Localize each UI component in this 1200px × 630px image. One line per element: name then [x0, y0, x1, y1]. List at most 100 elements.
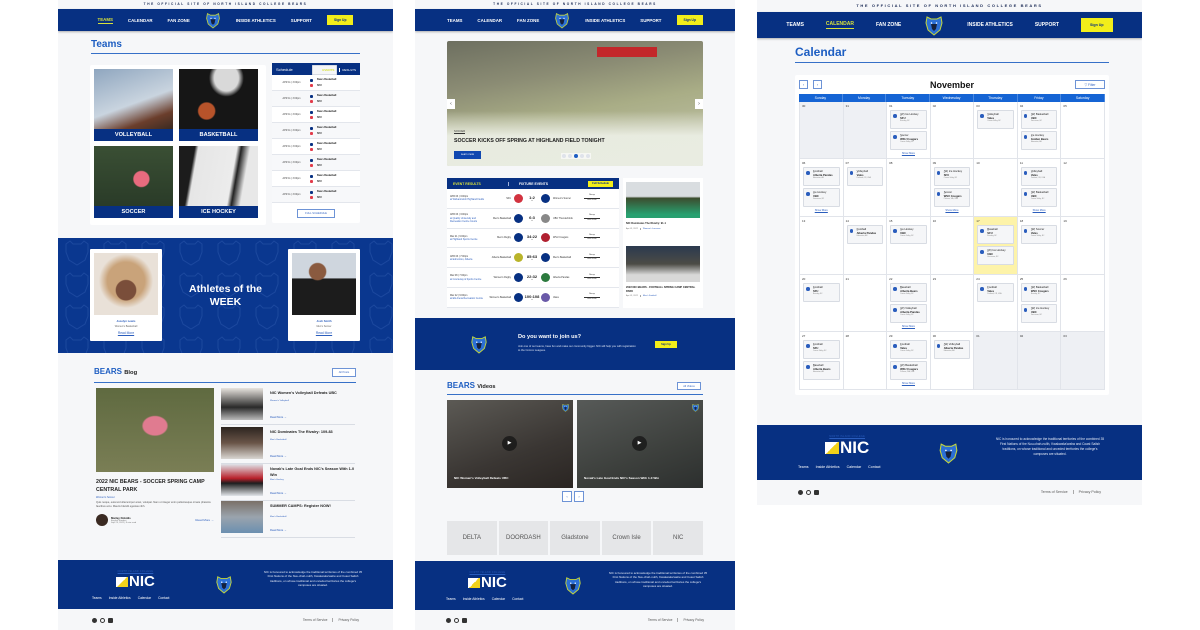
calendar-event[interactable]: Soccer vs WSU Cougars Pullman, WA, USA	[933, 188, 971, 207]
read-more-link[interactable]: Read More →	[270, 492, 287, 495]
full-schedule-button[interactable]: FULL SCHEDULE	[297, 209, 335, 218]
footer-link-teams[interactable]: Teams	[798, 465, 809, 469]
youtube-icon[interactable]	[814, 489, 819, 495]
nav-inside-athletics[interactable]: INSIDE ATHLETICS	[236, 18, 276, 23]
video-card[interactable]: ▶ Novak's Late Goal Ends NIC's Season Wi…	[577, 400, 703, 488]
calendar-day-cell[interactable]: 14 Football vs Alberta Pandas Edmonton, AB	[843, 217, 888, 275]
play-icon[interactable]: ▶	[502, 436, 517, 451]
youtube-icon[interactable]	[108, 617, 113, 623]
bear-logo-icon[interactable]	[554, 11, 570, 29]
featured-post-category[interactable]: Women's Soccer	[96, 496, 214, 499]
nav-support[interactable]: SUPPORT	[640, 18, 661, 23]
calendar-day-cell[interactable]: 11 Volleyball vs Vales Portland, OR, USA (W) …	[1017, 159, 1062, 217]
carousel-dot[interactable]	[580, 154, 584, 158]
box-score-link[interactable]: Box Score	[584, 219, 600, 223]
calendar-day-cell[interactable]: 29 Football vs Vales Comox Valley, BC (W) Bas…	[887, 332, 931, 390]
show-more-link[interactable]: Show More	[802, 209, 841, 212]
calendar-event[interactable]: (W) Basketball vs UBC Comox Valley, BC	[1020, 188, 1058, 207]
calendar-day-cell[interactable]: 24 Football vs Vales Portland, OR, USA	[974, 275, 1018, 332]
athlete-card[interactable]: Jocelyn Lewis Women's Basketball Read Mo…	[90, 249, 162, 341]
calendar-event[interactable]: Ice Hockey vs UBC Vancouver, BC	[803, 188, 840, 207]
read-more-link[interactable]: Read More	[288, 331, 360, 335]
footer-link-contact[interactable]: Contact	[158, 596, 169, 600]
signup-button[interactable]: Sign Up	[327, 15, 354, 25]
nav-support[interactable]: SUPPORT	[291, 18, 312, 23]
sponsor-logo[interactable]: DELTA	[447, 521, 497, 555]
news-category[interactable]: Men's Football	[639, 295, 657, 298]
read-more-link[interactable]: Read More →	[270, 529, 287, 532]
bear-logo-icon[interactable]	[205, 11, 221, 29]
blog-item-category[interactable]: Men's Basketball	[270, 516, 286, 518]
video-card[interactable]: ▶ NIC Women's Volleyball Defeats UBC	[447, 400, 573, 488]
nav-support[interactable]: SUPPORT	[1035, 22, 1059, 28]
footer-link-teams[interactable]: Teams	[446, 597, 456, 601]
all-posts-button[interactable]: All Posts	[332, 368, 356, 377]
calendar-day-cell[interactable]: 01	[974, 332, 1018, 390]
show-more-link[interactable]: Show More	[889, 325, 928, 328]
calendar-day-cell[interactable]: 23	[930, 275, 975, 332]
calendar-day-cell[interactable]: 02	[1017, 332, 1062, 390]
calendar-event[interactable]: (W) Ice Hockey vs UBC Vancouver, BC	[977, 246, 1014, 265]
video-next-button[interactable]: ›	[574, 491, 584, 502]
calendar-day-cell[interactable]: 04 (W) Basketball vs UBC Vancouver, BC Ice Ho…	[1017, 102, 1062, 159]
nav-inside-athletics[interactable]: INSIDE ATHLETICS	[585, 18, 625, 23]
tab-event-results[interactable]: EVENT RESULTS	[453, 182, 508, 186]
news-card[interactable]: NIC Dominates The Rivalry: 91-1 Apr 03, …	[626, 182, 700, 230]
calendar-day-cell[interactable]: 21	[843, 275, 888, 332]
show-more-link[interactable]: Show More	[1020, 209, 1059, 212]
blog-item-category[interactable]: Men's Hockey	[270, 479, 284, 481]
footer-link-teams[interactable]: Teams	[92, 596, 102, 600]
calendar-day-cell[interactable]: 30	[800, 102, 844, 159]
featured-post[interactable]: 2022 NIC BEARS - SOCCER SPRING CAMP CENT…	[96, 388, 214, 541]
carousel-dot[interactable]	[562, 154, 566, 158]
schedule-row[interactable]: APR 11 | 3:00pm Bears Basketball SFU	[272, 123, 360, 139]
blog-list-item[interactable]: Novak's Late Goal Ends NIC's Season With…	[221, 464, 355, 501]
calendar-day-cell[interactable]: 15 Ice Hockey vs UBC Comox Valley, BC	[887, 217, 931, 275]
schedule-row[interactable]: APR 11 | 3:00pm Bears Basketball SFU	[272, 91, 360, 107]
facebook-icon[interactable]	[798, 489, 803, 495]
instagram-icon[interactable]	[454, 617, 459, 623]
signup-button[interactable]: Sign Up	[1081, 18, 1113, 32]
calendar-event[interactable]: Football vs SFU Comox Valley, BC	[803, 340, 840, 359]
calendar-event[interactable]: Baseball vs Alberta Bears Comox Valley, BC	[890, 283, 927, 302]
nic-logo[interactable]: NORTH ISLAND COLLEGE NIC	[468, 571, 507, 591]
schedule-row[interactable]: APR 11 | 3:00pm Bears Basketball SFU	[272, 75, 360, 91]
footer-link-contact[interactable]: Contact	[512, 597, 523, 601]
box-score-link[interactable]: Box Score	[584, 278, 600, 282]
calendar-day-cell[interactable]: 27 Football vs SFU Comox Valley, BC Baseball v…	[800, 332, 844, 390]
nic-logo[interactable]: NORTH ISLAND COLLEGE NIC	[116, 570, 155, 590]
nic-logo[interactable]: NORTH ISLAND COLLEGE NIC	[825, 435, 869, 458]
sponsor-logo[interactable]: DOORDASH	[498, 521, 549, 555]
calendar-day-cell[interactable]: 06 Football vs Alberta Pandas Edmonton, AB Ic…	[800, 159, 844, 217]
facebook-icon[interactable]	[446, 617, 451, 623]
instagram-icon[interactable]	[100, 617, 105, 623]
calendar-event[interactable]: (W) Volleyball vs Alberta Pandas Edmonton, …	[933, 340, 971, 359]
schedule-row[interactable]: APR 11 | 3:00pm Bears Basketball SFU	[272, 155, 360, 171]
hero-category[interactable]: SOCCER	[454, 130, 466, 134]
privacy-link[interactable]: Privacy Policy	[1072, 490, 1101, 494]
nav-fan-zone[interactable]: FAN ZONE	[517, 18, 539, 23]
box-score-link[interactable]: Box Score	[584, 298, 600, 302]
filter-button[interactable]: ▽ Filter	[1075, 80, 1105, 89]
calendar-day-cell[interactable]: 31	[843, 102, 888, 159]
calendar-event[interactable]: Baseball vs Alberta Bears Edmonton, AB	[803, 361, 840, 380]
event-venue[interactable]: at Edmonton, Alberta	[450, 258, 472, 261]
nav-teams[interactable]: TEAMS	[447, 18, 462, 23]
carousel-dot[interactable]	[568, 154, 572, 158]
calendar-event[interactable]: (W) Ice Hockey vs SFU Burnaby, BC	[890, 110, 927, 129]
learn-more-button[interactable]: Learn more	[454, 151, 481, 159]
show-more-link[interactable]: Show More	[933, 209, 972, 212]
athlete-card[interactable]: Josh Smith Men's Soccer Read More	[288, 249, 360, 341]
blog-item-category[interactable]: Women's Volleyball	[270, 400, 289, 402]
news-card[interactable]: 2022 NIC BEARS - FOOTBALL SPRING CAMP CE…	[626, 246, 700, 298]
schedule-row[interactable]: APR 11 | 3:00pm Bears Basketball SFU	[272, 171, 360, 187]
calendar-day-cell[interactable]: 08	[887, 159, 931, 217]
carousel-dot[interactable]	[586, 154, 590, 158]
tab-fixture-events[interactable]: FIXTURE EVENTS	[508, 181, 548, 186]
footer-link-calendar[interactable]: Calendar	[138, 596, 151, 600]
calendar-event[interactable]: Football vs SFU Burnaby, BC	[803, 283, 840, 302]
event-row[interactable]: APR 03 | 3:00pm at Wickaninnish Highland …	[447, 189, 619, 209]
schedule-row[interactable]: APR 11 | 3:00pm Bears Basketball SFU	[272, 187, 360, 203]
calendar-day-cell[interactable]: 22 Baseball vs Alberta Bears Comox Valley, B…	[887, 275, 931, 332]
blog-list-item[interactable]: NIC Dominates The Rivalry: 109-83 Men's B…	[221, 427, 355, 464]
